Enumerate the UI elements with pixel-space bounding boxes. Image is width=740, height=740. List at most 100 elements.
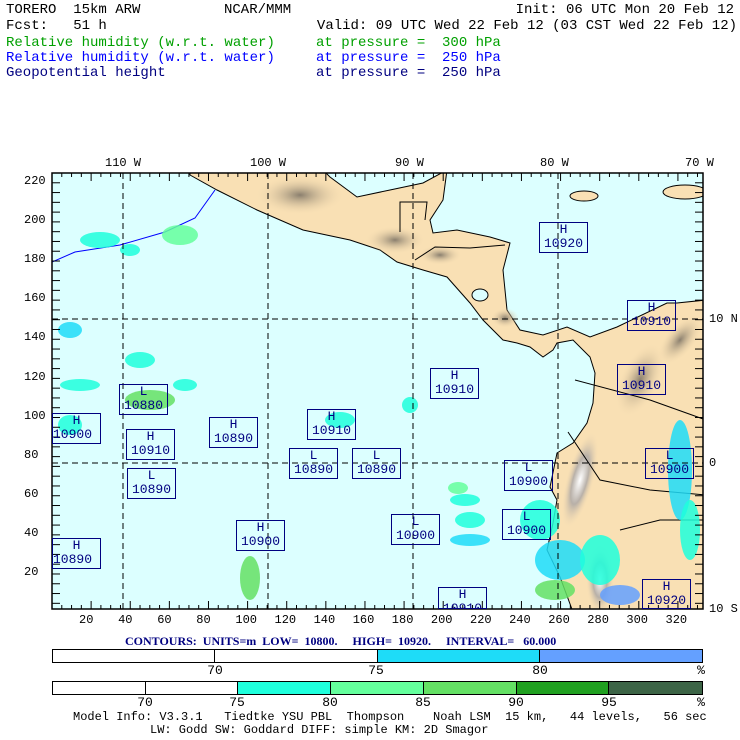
center-type: H (450, 368, 459, 383)
center-type: L (524, 460, 533, 475)
center-value: 10890 (356, 462, 396, 477)
colorbar-250-label: % (697, 663, 705, 678)
high-pressure-label: H 10910 (430, 368, 479, 399)
humidity-area (535, 540, 585, 580)
center-type: L (522, 509, 531, 524)
x-tick-label: 160 (352, 613, 375, 627)
colorbar-segment (215, 650, 378, 662)
colorbar-300-label: 95 (601, 695, 617, 710)
center-value: 10910 (311, 423, 351, 438)
x-tick-label: 120 (274, 613, 297, 627)
colorbar-segment (331, 682, 424, 694)
y-tick-label: 180 (24, 252, 46, 267)
colorbar-segment (53, 650, 216, 662)
hispaniola (662, 184, 703, 200)
center-value: 10900 (649, 462, 689, 477)
center-value: 10890 (131, 482, 171, 497)
x-tick-label: 300 (626, 613, 648, 627)
center-value: 10900 (506, 523, 546, 538)
center-type: H (72, 538, 81, 553)
center-type: L (309, 448, 318, 463)
colorbar-segment (53, 682, 146, 694)
low-pressure-label: L 10900 (391, 514, 440, 545)
center-type: H (662, 579, 671, 594)
lake-nicaragua (471, 288, 489, 302)
x-tick-label: 140 (313, 613, 336, 627)
colorbar-300-label: 85 (415, 695, 431, 710)
x-tick-label: 80 (196, 613, 211, 627)
center-value: 10900 (395, 528, 435, 543)
center-value: 10910 (130, 443, 170, 458)
y-tick-label: 20 (24, 565, 39, 579)
colorbar-300-label: 80 (322, 695, 338, 710)
humidity-area (162, 225, 198, 245)
humidity-area (125, 352, 155, 368)
lat-label: 10 N (709, 312, 738, 326)
colorbar-250-label: 75 (368, 663, 384, 678)
x-tick-label: 220 (470, 613, 492, 627)
center-type: H (458, 587, 467, 602)
humidity-area (402, 397, 418, 413)
humidity-area (450, 494, 480, 506)
x-tick-label: 60 (157, 613, 172, 627)
low-pressure-label: L 10890 (352, 448, 401, 479)
humidity-area (450, 534, 490, 546)
center-type: L (665, 448, 674, 463)
high-pressure-label: H 10910 (627, 300, 676, 331)
y-tick-label: 80 (24, 447, 39, 462)
high-pressure-label: H 10900 (52, 413, 101, 444)
center-type: H (256, 520, 265, 535)
humidity-area (60, 379, 100, 391)
center-value: 10910 (434, 382, 474, 397)
colorbar-rh-300 (52, 681, 703, 695)
colorbar-250-label: 80 (532, 663, 548, 678)
center-type: L (372, 448, 381, 463)
center-value: 10890 (53, 552, 93, 567)
y-tick-label: 220 (24, 174, 46, 188)
x-tick-label: 180 (391, 613, 414, 627)
colorbar-segment (377, 650, 540, 662)
colorbar-rh-250 (52, 649, 703, 663)
high-pressure-label: H 10910 (307, 409, 356, 440)
contour-info: CONTOURS: UNITS=m LOW= 10800. HIGH= 1092… (125, 634, 557, 648)
humidity-area (580, 535, 620, 585)
y-tick-label: 160 (24, 291, 46, 306)
humidity-area (455, 512, 485, 528)
y-tick-label: 40 (24, 525, 39, 540)
high-pressure-label: H 10910 (438, 587, 487, 609)
lon-label: 80 W (540, 156, 569, 170)
center-value: 10880 (123, 398, 163, 413)
colorbar-segment (145, 682, 239, 694)
center-type: H (229, 417, 238, 432)
y-tick-label: 60 (24, 486, 39, 501)
x-tick-label: 100 (235, 613, 257, 627)
center-type: H (637, 364, 646, 379)
x-tick-label: 40 (118, 613, 133, 627)
center-type: H (647, 300, 656, 315)
high-pressure-label: H 10920 (642, 579, 691, 609)
lat-label: 10 S (709, 602, 738, 616)
x-tick-label: 280 (587, 613, 609, 627)
center-value: 10910 (442, 601, 482, 609)
center-value: 10900 (508, 474, 548, 489)
center-type: L (411, 514, 420, 529)
humidity-area (173, 379, 197, 391)
low-pressure-label: L 10900 (645, 448, 694, 479)
model-info-line2: LW: Godd SW: Goddard DIFF: simple KM: 2D… (150, 723, 489, 737)
x-tick-label: 320 (665, 613, 688, 627)
colorbar-300-label: 90 (508, 695, 524, 710)
colorbar-segment (539, 650, 702, 662)
colorbar-250-label: 70 (207, 663, 223, 678)
low-pressure-label: L 10900 (504, 460, 553, 491)
lat-label: 0 (709, 456, 717, 470)
y-tick-label: 100 (24, 408, 46, 423)
center-value: 10890 (293, 462, 333, 477)
center-type: H (146, 429, 155, 444)
colorbar-segment (609, 682, 702, 694)
low-pressure-label: L 10880 (119, 384, 168, 415)
center-value: 10920 (646, 593, 686, 608)
colorbar-segment (238, 682, 332, 694)
high-pressure-label: H 10900 (236, 520, 285, 551)
center-type: H (72, 413, 81, 428)
center-type: H (559, 222, 568, 237)
